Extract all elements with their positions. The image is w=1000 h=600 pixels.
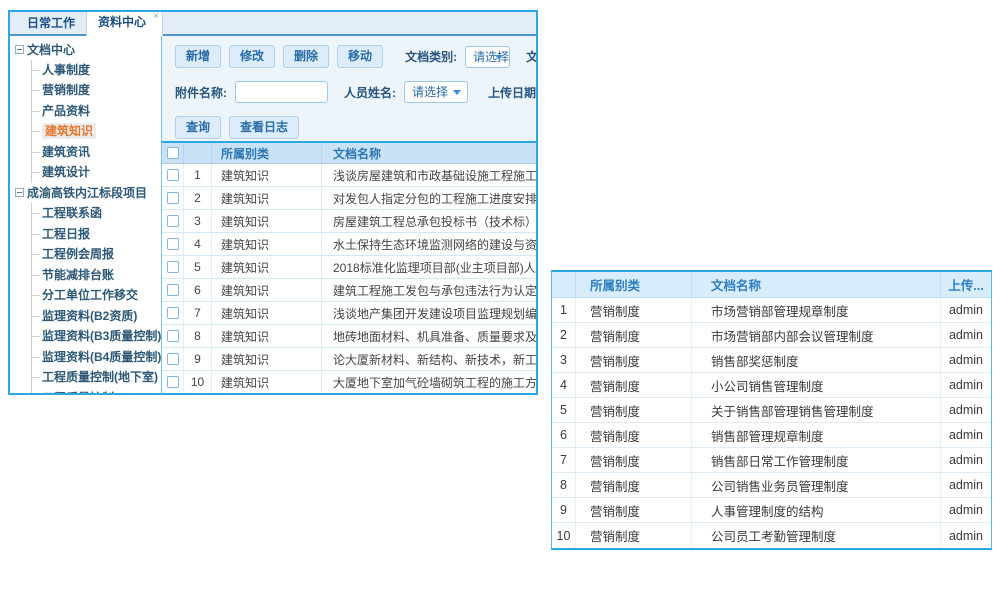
person-name-label: 人员姓名:: [344, 84, 396, 101]
table-row[interactable]: 1 建筑知识 浅谈房屋建筑和市政基础设施工程施工...: [162, 164, 536, 187]
person-name-select[interactable]: 请选择: [404, 81, 468, 103]
tree-item-partial[interactable]: 工程质量控制(: [32, 388, 161, 394]
table-row[interactable]: 7 营销制度 销售部日常工作管理制度 admin: [552, 448, 991, 473]
tree-item-project-weekly[interactable]: 工程例会周报: [32, 244, 161, 265]
collapse-icon[interactable]: [15, 45, 24, 54]
tree-children: 工程联系函 工程日报 工程例会周报 节能减排台账 分工单位工作移交 监理资料(B…: [31, 203, 161, 393]
table-row[interactable]: 5 建筑知识 2018标准化监理项目部(业主项目部)人员...: [162, 256, 536, 279]
doc-name-column-header: 文档名称: [692, 272, 941, 297]
table-row[interactable]: 1 营销制度 市场营销部管理规章制度 admin: [552, 298, 991, 323]
doc-category-label: 文档类别:: [405, 48, 457, 65]
tree-item-quality-basement[interactable]: 工程质量控制(地下室): [32, 367, 161, 388]
tree-root-label: 成渝高铁内江标段项目: [27, 184, 147, 201]
person-name-value: 请选择: [412, 85, 448, 99]
clipped-doc-label: 文档: [526, 48, 536, 65]
document-table: 所属别类 文档名称 1 建筑知识 浅谈房屋建筑和市政基础设施工程施工... 2 …: [162, 141, 536, 393]
tree-item-marketing-policy[interactable]: 营销制度: [32, 80, 161, 101]
category-column-header: 所属别类: [212, 143, 322, 163]
doc-name-column-header: 文档名称: [322, 143, 536, 163]
attachment-name-input[interactable]: [235, 81, 328, 103]
edit-button[interactable]: 修改: [229, 45, 275, 68]
tab-daily-work[interactable]: 日常工作: [16, 12, 86, 34]
table-row[interactable]: 7 建筑知识 浅谈地产集团开发建设项目监理规划编...: [162, 302, 536, 325]
table-row[interactable]: 6 营销制度 销售部管理规章制度 admin: [552, 423, 991, 448]
table-row[interactable]: 9 营销制度 人事管理制度的结构 admin: [552, 498, 991, 523]
table-row[interactable]: 10 建筑知识 大厦地下室加气砼墙砌筑工程的施工方...: [162, 371, 536, 393]
upload-date-label: 上传日期: [488, 84, 536, 101]
tree-item-hr-policy[interactable]: 人事制度: [32, 60, 161, 81]
tree-item-product-data[interactable]: 产品资料: [32, 101, 161, 122]
table-header: 所属别类 文档名称 上传...: [552, 272, 991, 298]
table-row[interactable]: 2 建筑知识 对发包人指定分包的工程施工进度安排...: [162, 187, 536, 210]
doc-category-value: 请选择: [473, 50, 509, 64]
tree-item-supervision-b2[interactable]: 监理资料(B2资质): [32, 306, 161, 327]
row-checkbox[interactable]: [167, 192, 179, 204]
tree-children: 人事制度 营销制度 产品资料 建筑知识 建筑资讯 建筑设计: [31, 60, 161, 183]
row-checkbox[interactable]: [167, 330, 179, 342]
table-row[interactable]: 5 营销制度 关于销售部管理销售管理制度 admin: [552, 398, 991, 423]
tab-data-center-label: 资料中心: [98, 15, 146, 29]
row-checkbox[interactable]: [167, 238, 179, 250]
category-tree-sidebar: 文档中心 人事制度 营销制度 产品资料 建筑知识 建筑资讯 建筑设计 成渝高铁内…: [10, 36, 162, 393]
table-row[interactable]: 10 营销制度 公司员工考勤管理制度 admin: [552, 523, 991, 548]
tab-data-center[interactable]: 资料中心 ×: [86, 10, 163, 36]
table-row[interactable]: 9 建筑知识 论大厦新材料、新结构、新技术，新工...: [162, 348, 536, 371]
tree-item-work-transfer[interactable]: 分工单位工作移交: [32, 285, 161, 306]
query-button[interactable]: 查询: [175, 116, 221, 139]
tree-item-supervision-b3[interactable]: 监理资料(B3质量控制): [32, 326, 161, 347]
tree-root-label: 文档中心: [27, 41, 75, 58]
select-all-checkbox[interactable]: [167, 147, 179, 159]
index-column-header: [552, 272, 576, 297]
add-button[interactable]: 新增: [175, 45, 221, 68]
tree-item-building-design[interactable]: 建筑设计: [32, 162, 161, 183]
table-row[interactable]: 8 建筑知识 地砖地面材料、机具准备、质量要求及...: [162, 325, 536, 348]
tree-item-energy-saving[interactable]: 节能减排台账: [32, 265, 161, 286]
table-row[interactable]: 3 建筑知识 房屋建筑工程总承包投标书（技术标）...: [162, 210, 536, 233]
row-checkbox[interactable]: [167, 284, 179, 296]
uploader-column-header: 上传...: [941, 272, 991, 297]
row-checkbox[interactable]: [167, 261, 179, 273]
table-row[interactable]: 8 营销制度 公司销售业务员管理制度 admin: [552, 473, 991, 498]
row-checkbox[interactable]: [167, 307, 179, 319]
table-row[interactable]: 3 营销制度 销售部奖惩制度 admin: [552, 348, 991, 373]
tree-item-project-daily[interactable]: 工程日报: [32, 224, 161, 245]
index-column-header: [184, 143, 212, 163]
table-header: 所属别类 文档名称: [162, 143, 536, 164]
table-row[interactable]: 4 营销制度 小公司销售管理制度 admin: [552, 373, 991, 398]
doc-category-select[interactable]: 请选择: [465, 46, 510, 68]
table-row[interactable]: 6 建筑知识 建筑工程施工发包与承包违法行为认定...: [162, 279, 536, 302]
delete-button[interactable]: 删除: [283, 45, 329, 68]
marketing-documents-table: 所属别类 文档名称 上传... 1 营销制度 市场营销部管理规章制度 admin…: [551, 270, 992, 550]
close-icon[interactable]: ×: [153, 12, 159, 22]
document-center-window: 日常工作 资料中心 × 文档中心 人事制度 营销制度 产品资料 建筑知识 建筑资…: [8, 10, 538, 395]
chevron-down-icon: [495, 55, 503, 60]
attachment-name-label: 附件名称:: [175, 84, 227, 101]
row-checkbox[interactable]: [167, 169, 179, 181]
view-log-button[interactable]: 查看日志: [229, 116, 299, 139]
collapse-icon[interactable]: [15, 188, 24, 197]
chevron-down-icon: [453, 90, 461, 95]
table-row[interactable]: 2 营销制度 市场营销部内部会议管理制度 admin: [552, 323, 991, 348]
tree-root-chengyu-project[interactable]: 成渝高铁内江标段项目: [15, 183, 161, 204]
tree-item-building-news[interactable]: 建筑资讯: [32, 142, 161, 163]
tree-root-document-center[interactable]: 文档中心: [15, 39, 161, 60]
row-checkbox[interactable]: [167, 215, 179, 227]
main-panel: 新增 修改 删除 移动 文档类别: 请选择 文档 附件名称: 人员姓名: 请选择: [162, 36, 536, 393]
tree-item-supervision-b4[interactable]: 监理资料(B4质量控制): [32, 347, 161, 368]
tab-bar: 日常工作 资料中心 ×: [10, 12, 536, 36]
tree-item-building-knowledge[interactable]: 建筑知识: [32, 121, 161, 142]
category-column-header: 所属别类: [576, 272, 692, 297]
row-checkbox[interactable]: [167, 376, 179, 388]
table-row[interactable]: 4 建筑知识 水土保持生态环境监测网络的建设与资...: [162, 233, 536, 256]
move-button[interactable]: 移动: [337, 45, 383, 68]
row-checkbox[interactable]: [167, 353, 179, 365]
tree-item-project-letters[interactable]: 工程联系函: [32, 203, 161, 224]
